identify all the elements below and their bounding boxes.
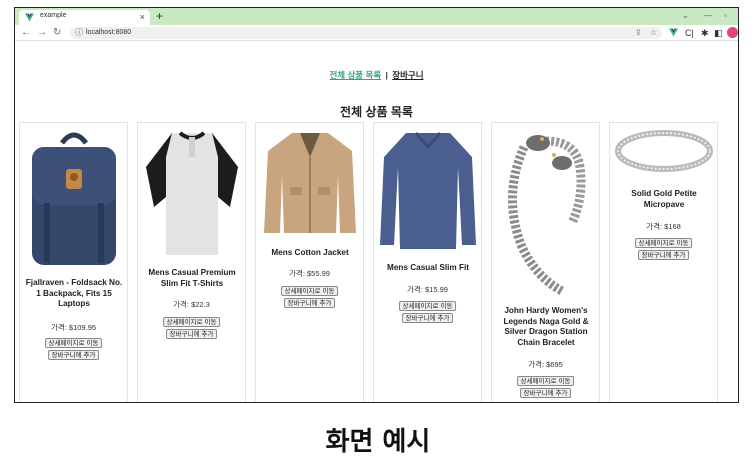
- add-to-cart-button[interactable]: 장바구니에 추가: [637, 250, 690, 260]
- nav-link-products[interactable]: 전체 상품 목록: [329, 70, 381, 80]
- detail-page-button[interactable]: 상세페이지로 이동: [516, 376, 575, 386]
- browser-window: example × + ⌄ — ▫ ← → ↻ ⓘ localhost:8080…: [14, 7, 739, 403]
- product-card: Mens Casual Slim Fit 가격: $15.99 상세페이지로 이…: [373, 122, 482, 402]
- product-card: Solid Gold Petite Micropave 가격: $168 상세페…: [609, 122, 718, 402]
- address-bar[interactable]: ⓘ localhost:8080 ⇪ ☆: [70, 27, 662, 39]
- detail-page-button[interactable]: 상세페이지로 이동: [398, 301, 457, 311]
- product-card: Mens Casual Premium Slim Fit T-Shirts 가격…: [137, 122, 246, 402]
- long-sleeve-image: [378, 127, 478, 253]
- add-to-cart-button[interactable]: 장바구니에 추가: [47, 350, 100, 360]
- vue-logo-icon: [25, 13, 34, 22]
- add-to-cart-button[interactable]: 장바구니에 추가: [165, 329, 218, 339]
- info-icon[interactable]: ⓘ: [75, 28, 83, 38]
- top-nav: 전체 상품 목록 | 장바구니: [15, 69, 738, 81]
- chevron-down-icon[interactable]: ⌄: [682, 10, 689, 22]
- url-text: localhost:8080: [86, 29, 132, 36]
- nav-link-cart[interactable]: 장바구니: [392, 70, 423, 80]
- restore-icon[interactable]: ▫: [724, 10, 727, 22]
- detail-page-button[interactable]: 상세페이지로 이동: [634, 238, 693, 248]
- vue-devtools-icon[interactable]: [669, 28, 678, 37]
- nav-separator: |: [385, 70, 388, 80]
- product-price: 가격: $168: [646, 222, 681, 231]
- product-price: 가격: $55.99: [289, 269, 330, 278]
- figure-caption: 화면 예시: [325, 427, 431, 457]
- browser-toolbar: ← → ↻ ⓘ localhost:8080 ⇪ ☆ C| ✱ ◧: [15, 25, 738, 41]
- minimize-icon[interactable]: —: [704, 10, 712, 22]
- product-price: 가격: $22.3: [173, 300, 210, 309]
- jacket-image: [260, 127, 360, 237]
- puzzle-icon[interactable]: ✱: [701, 27, 709, 39]
- product-title: Mens Casual Slim Fit: [387, 263, 469, 272]
- tab-strip: example × + ⌄ — ▫: [15, 8, 738, 25]
- product-title: Mens Cotton Jacket: [271, 248, 349, 257]
- product-price: 가격: $695: [528, 360, 563, 369]
- ring-image: [614, 127, 714, 177]
- product-title: Mens Casual Premium Slim Fit T-Shirts: [148, 268, 236, 288]
- forward-arrow-icon[interactable]: →: [37, 26, 47, 40]
- tab-title: example: [40, 12, 67, 19]
- page-title: 전체 상품 목록: [340, 105, 413, 119]
- browser-tab[interactable]: example ×: [19, 10, 150, 25]
- back-arrow-icon[interactable]: ←: [21, 26, 31, 40]
- backpack-image: [24, 129, 124, 267]
- detail-page-button[interactable]: 상세페이지로 이동: [280, 286, 339, 296]
- tab-close-icon[interactable]: ×: [140, 11, 145, 23]
- sidebar-icon[interactable]: ◧: [714, 27, 723, 39]
- product-title: Fjallraven - Foldsack No. 1 Backpack, Fi…: [25, 278, 123, 308]
- new-tab-button[interactable]: +: [156, 9, 163, 23]
- profile-avatar[interactable]: [727, 27, 738, 38]
- reload-icon[interactable]: ↻: [53, 26, 61, 40]
- product-card: Fjallraven - Foldsack No. 1 Backpack, Fi…: [19, 122, 128, 402]
- product-price: 가격: $109.95: [50, 323, 97, 332]
- detail-page-button[interactable]: 상세페이지로 이동: [162, 317, 221, 327]
- add-to-cart-button[interactable]: 장바구니에 추가: [401, 313, 454, 323]
- bookmark-star-icon[interactable]: ☆: [650, 28, 657, 38]
- tshirt-image: [142, 127, 242, 259]
- product-title: John Hardy Women's Legends Naga Gold & S…: [503, 306, 589, 347]
- product-title: Solid Gold Petite Micropave: [631, 189, 697, 209]
- add-to-cart-button[interactable]: 장바구니에 추가: [283, 298, 336, 308]
- page-content: 전체 상품 목록 | 장바구니 전체 상품 목록 Fjallraven - Fo…: [15, 42, 738, 402]
- detail-page-button[interactable]: 상세페이지로 이동: [44, 338, 103, 348]
- share-icon[interactable]: ⇪: [635, 28, 642, 38]
- add-to-cart-button[interactable]: 장바구니에 추가: [519, 388, 572, 398]
- extension-icon[interactable]: C|: [685, 27, 694, 39]
- product-card: Mens Cotton Jacket 가격: $55.99 상세페이지로 이동 …: [255, 122, 364, 402]
- bracelet-image: [496, 127, 596, 295]
- product-card: John Hardy Women's Legends Naga Gold & S…: [491, 122, 600, 402]
- product-price: 가격: $15.99: [407, 285, 448, 294]
